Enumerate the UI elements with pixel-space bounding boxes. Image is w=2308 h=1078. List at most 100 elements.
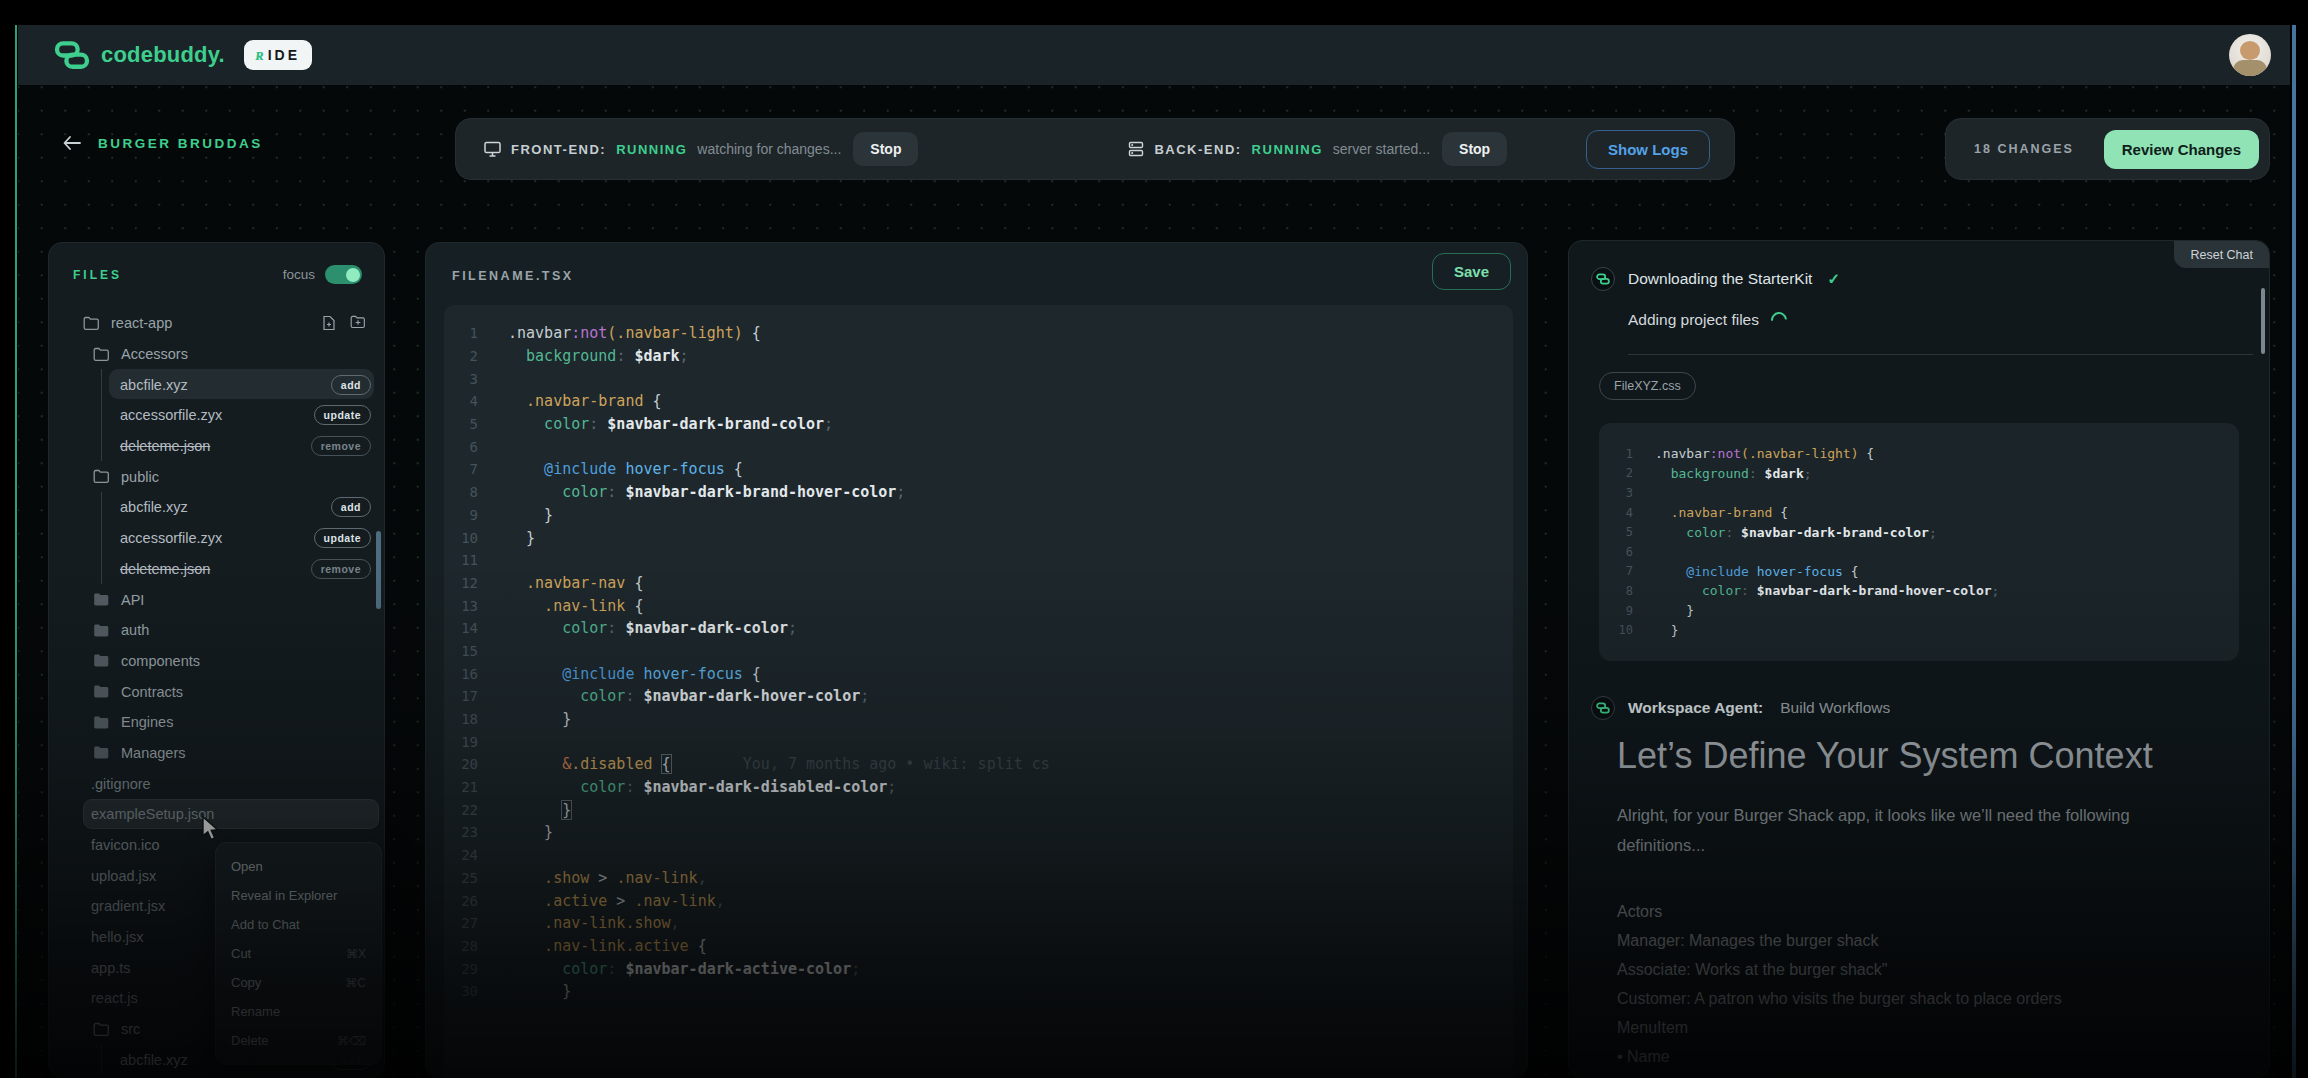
assistant-avatar-icon	[1591, 696, 1615, 720]
tree-guide-line	[101, 523, 102, 554]
menu-item-open[interactable]: Open	[216, 852, 381, 881]
code-line: 14 color: $navbar-dark-color;	[444, 617, 1513, 640]
files-title: FILES	[73, 268, 122, 282]
menu-item-reveal-in-explorer[interactable]: Reveal in Explorer	[216, 881, 381, 910]
chat-scrollbar[interactable]	[2261, 288, 2265, 354]
tree-item-label: hello.jsx	[91, 929, 143, 945]
files-header: FILES focus	[49, 243, 384, 284]
tree-item-label: Managers	[121, 745, 185, 761]
code-line: 16 @include hover-focus {	[444, 662, 1513, 685]
tree-item-accessors[interactable]: Accessors	[49, 339, 384, 370]
chat-list-line: • Description	[1617, 1071, 2062, 1078]
code-line: 30 }	[444, 980, 1513, 1003]
tree-item-deleteme-json[interactable]: deleteme.jsonremove	[49, 431, 384, 462]
code-line: 10 }	[1599, 620, 2239, 640]
code-line: 2 background: $dark;	[1599, 464, 2239, 484]
backend-status-group: BACK-END: RUNNING server started...	[1128, 141, 1430, 157]
reset-chat-button[interactable]: Reset Chat	[2174, 241, 2269, 268]
line-number: 5	[1599, 525, 1633, 539]
user-avatar[interactable]	[2229, 34, 2271, 76]
menu-item-label: Rename	[231, 1004, 280, 1019]
menu-item-add-to-chat[interactable]: Add to Chat	[216, 910, 381, 939]
tree-item-react-app[interactable]: react-app	[49, 308, 384, 339]
line-number: 11	[444, 552, 478, 568]
code-line: 3	[1599, 483, 2239, 503]
code-line: 4 .navbar-brand {	[1599, 503, 2239, 523]
back-arrow-icon[interactable]	[62, 135, 82, 151]
tree-item-label: upload.jsx	[91, 868, 156, 884]
tree-item-label: src	[121, 1021, 140, 1037]
code-line: 6	[444, 435, 1513, 458]
line-number: 13	[444, 598, 478, 614]
line-number: 10	[1599, 623, 1633, 637]
tree-guide-line	[101, 492, 102, 523]
menu-item-delete[interactable]: Delete⌘⌫	[216, 1026, 381, 1055]
tree-guide-line	[101, 400, 102, 431]
menu-item-cut[interactable]: Cut⌘X	[216, 939, 381, 968]
tree-item-label: exampleSetup.json	[91, 806, 214, 822]
focus-control: focus	[283, 265, 362, 284]
tree-item-contracts[interactable]: Contracts	[49, 676, 384, 707]
show-logs-button[interactable]: Show Logs	[1586, 130, 1710, 169]
tree-item-components[interactable]: components	[49, 646, 384, 677]
line-number: 27	[444, 915, 478, 931]
save-button[interactable]: Save	[1432, 253, 1511, 290]
chat-definitions-list: ActorsManager: Manages the burger shackA…	[1617, 897, 2062, 1078]
line-number: 7	[444, 461, 478, 477]
frontend-stop-button[interactable]: Stop	[853, 132, 918, 166]
project-name[interactable]: BURGER BRUDDAS	[98, 136, 263, 151]
add-badge: add	[331, 497, 371, 517]
code-line: 1.navbar:not(.navbar-light) {	[444, 322, 1513, 345]
menu-shortcut: ⌘⌫	[337, 1034, 366, 1048]
line-number: 14	[444, 620, 478, 636]
window-edge-right	[2292, 25, 2296, 1078]
chat-heading: Let’s Define Your System Context	[1617, 735, 2153, 777]
backend-label: BACK-END:	[1154, 142, 1241, 157]
tree-item-label: favicon.ico	[91, 837, 160, 853]
menu-item-copy[interactable]: Copy⌘C	[216, 968, 381, 997]
focus-toggle[interactable]	[325, 265, 362, 284]
line-number: 1	[1599, 447, 1633, 461]
logo: codebuddy. ʀ IDE	[54, 40, 312, 70]
tree-item-deleteme-json[interactable]: deleteme.jsonremove	[49, 554, 384, 585]
tree-item--gitignore[interactable]: .gitignore	[49, 768, 384, 799]
editor-panel: FILENAME.TSX Save 1.navbar:not(.navbar-l…	[425, 242, 1528, 1078]
tree-item-accessorfile-zyx[interactable]: accessorfile.zyxupdate	[49, 523, 384, 554]
code-line: 26 .active > .nav-link,	[444, 889, 1513, 912]
ide-badge-label: IDE	[268, 47, 300, 63]
code-line: 21 color: $navbar-dark-disabled-color;	[444, 776, 1513, 799]
menu-item-rename[interactable]: Rename	[216, 997, 381, 1026]
review-changes-button[interactable]: Review Changes	[2104, 130, 2259, 169]
mouse-cursor	[200, 816, 222, 842]
remove-badge: remove	[311, 436, 371, 456]
tree-item-abcfile-xyz[interactable]: abcfile.xyzadd	[49, 369, 384, 400]
tree-item-label: deleteme.json	[120, 561, 210, 577]
line-number: 19	[444, 734, 478, 750]
line-number: 7	[1599, 564, 1633, 578]
line-number: 28	[444, 938, 478, 954]
tree-item-engines[interactable]: Engines	[49, 707, 384, 738]
tree-item-managers[interactable]: Managers	[49, 738, 384, 769]
new-folder-icon[interactable]	[350, 315, 366, 329]
folder-icon	[93, 623, 110, 638]
focus-toggle-knob	[346, 268, 360, 282]
tree-item-abcfile-xyz[interactable]: abcfile.xyzadd	[49, 492, 384, 523]
tree-item-api[interactable]: API	[49, 584, 384, 615]
tree-item-auth[interactable]: auth	[49, 615, 384, 646]
new-file-icon[interactable]	[322, 315, 336, 331]
folder-icon	[93, 684, 110, 699]
line-number: 3	[1599, 486, 1633, 500]
page: codebuddy. ʀ IDE BURGER BRUDDAS FRONT-EN…	[0, 0, 2308, 1078]
files-scrollbar[interactable]	[376, 531, 381, 609]
backend-stop-button[interactable]: Stop	[1442, 132, 1507, 166]
line-number: 8	[444, 484, 478, 500]
file-chip[interactable]: FileXYZ.css	[1599, 372, 1696, 400]
tree-item-accessorfile-zyx[interactable]: accessorfile.zyxupdate	[49, 400, 384, 431]
folder-icon	[93, 653, 110, 668]
code-line: 17 color: $navbar-dark-hover-color;	[444, 685, 1513, 708]
agent-title: Workspace Agent:	[1628, 699, 1763, 717]
agent-subtitle: Build Workflows	[1780, 699, 1890, 717]
code-editor[interactable]: 1.navbar:not(.navbar-light) {2 backgroun…	[444, 305, 1513, 1077]
tree-item-public[interactable]: public	[49, 461, 384, 492]
adding-files-status: Adding project files	[1628, 311, 1787, 329]
